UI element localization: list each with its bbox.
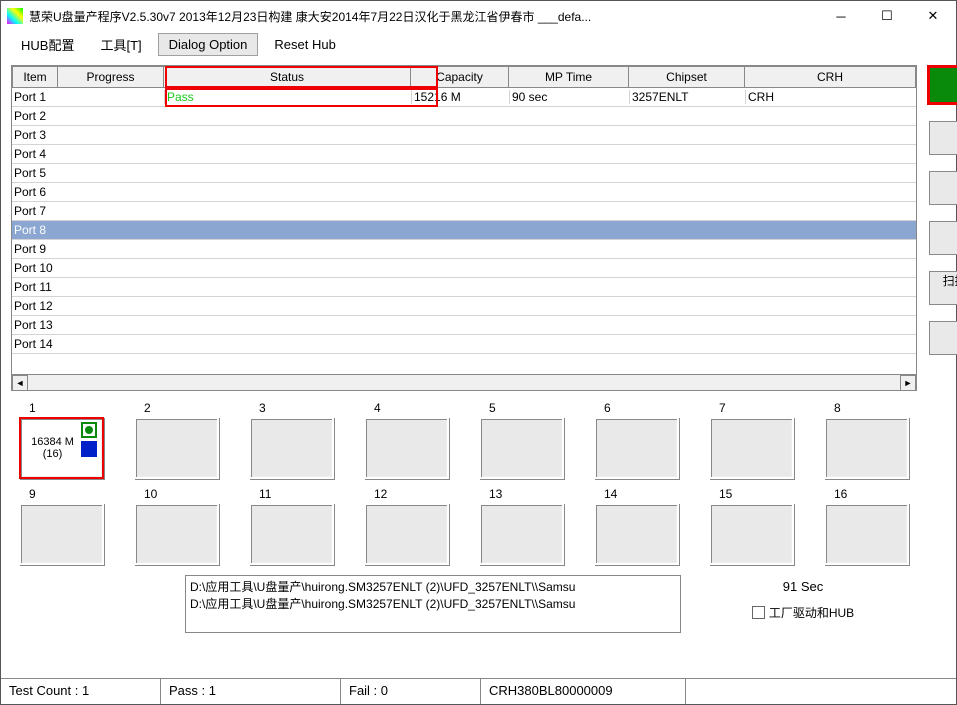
- ok-status-badge: OK: [927, 65, 957, 105]
- maximize-button[interactable]: ☐: [864, 1, 910, 31]
- slot-16[interactable]: 16: [824, 487, 909, 565]
- slot-label: 14: [594, 487, 679, 501]
- checkbox-label: 工厂驱动和HUB: [769, 604, 854, 621]
- timer-label: 91 Sec: [783, 579, 823, 594]
- table-row[interactable]: Port 4: [12, 145, 916, 164]
- col-mptime[interactable]: MP Time: [509, 66, 629, 88]
- port-grid: Item Progress Status Capacity MP Time Ch…: [11, 65, 917, 391]
- device-slots: 116384 M(16) 2 3 4 5 6 7 8 9 10 11 12 13 14 15 16: [11, 401, 917, 565]
- menu-dialog-option[interactable]: Dialog Option: [158, 33, 259, 56]
- exit-button[interactable]: 退出: [929, 171, 957, 205]
- menu-hub-config[interactable]: HUB配置: [11, 32, 84, 57]
- slot-11[interactable]: 11: [249, 487, 334, 565]
- slot-label: 9: [19, 487, 104, 501]
- grid-header: Item Progress Status Capacity MP Time Ch…: [12, 66, 916, 88]
- app-window: 慧荣U盘量产程序V2.5.30v7 2013年12月23日构建 康大安2014年…: [0, 0, 957, 705]
- slot-label: 13: [479, 487, 564, 501]
- slot-label: 5: [479, 401, 564, 415]
- col-chipset[interactable]: Chipset: [629, 66, 745, 88]
- slot-14[interactable]: 14: [594, 487, 679, 565]
- status-box-icon: [81, 441, 97, 457]
- left-column: Item Progress Status Capacity MP Time Ch…: [11, 65, 917, 674]
- status-bar: Test Count : 1 Pass : 1 Fail : 0 CRH380B…: [1, 678, 956, 704]
- col-item[interactable]: Item: [12, 66, 58, 88]
- slot-9[interactable]: 9: [19, 487, 104, 565]
- status-fail-count: Fail : 0: [341, 679, 481, 704]
- debug-button[interactable]: 调试: [929, 321, 957, 355]
- slot-label: 4: [364, 401, 449, 415]
- right-column: OK 开 始 (空格键) 退出 设置 扫描USB设备 (F5) 调试: [927, 65, 957, 674]
- slot-7[interactable]: 7: [709, 401, 794, 479]
- log-textbox[interactable]: D:\应用工具\U盘量产\huirong.SM3257ENLT (2)\UFD_…: [185, 575, 681, 633]
- slot-label: 2: [134, 401, 219, 415]
- table-row[interactable]: Port 3: [12, 126, 916, 145]
- close-button[interactable]: ✕: [910, 1, 956, 31]
- table-row[interactable]: Port 2: [12, 107, 916, 126]
- slot-label: 12: [364, 487, 449, 501]
- slot-label: 16: [824, 487, 909, 501]
- slot-label: 10: [134, 487, 219, 501]
- slot-label: 11: [249, 487, 334, 501]
- slot-4[interactable]: 4: [364, 401, 449, 479]
- settings-button[interactable]: 设置: [929, 221, 957, 255]
- col-status[interactable]: Status: [164, 66, 411, 88]
- slot-label: 6: [594, 401, 679, 415]
- horizontal-scrollbar[interactable]: ◄ ►: [12, 374, 916, 390]
- status-serial: CRH380BL80000009: [481, 679, 686, 704]
- scroll-right-icon[interactable]: ►: [900, 375, 916, 391]
- slot-13[interactable]: 13: [479, 487, 564, 565]
- work-area: Item Progress Status Capacity MP Time Ch…: [1, 57, 956, 678]
- status-pass-count: Pass : 1: [161, 679, 341, 704]
- window-title: 慧荣U盘量产程序V2.5.30v7 2013年12月23日构建 康大安2014年…: [29, 8, 818, 25]
- log-area: D:\应用工具\U盘量产\huirong.SM3257ENLT (2)\UFD_…: [11, 575, 917, 633]
- log-line: D:\应用工具\U盘量产\huirong.SM3257ENLT (2)\UFD_…: [190, 595, 676, 612]
- slot-label: 7: [709, 401, 794, 415]
- table-row[interactable]: Port 7: [12, 202, 916, 221]
- slot-label: 8: [824, 401, 909, 415]
- slot-label: 1: [19, 401, 104, 415]
- checkbox-icon[interactable]: [752, 606, 765, 619]
- slot-label: 15: [709, 487, 794, 501]
- factory-driver-checkbox-row[interactable]: 工厂驱动和HUB: [752, 604, 854, 621]
- status-ok-icon: [81, 422, 97, 438]
- slot-10[interactable]: 10: [134, 487, 219, 565]
- status-empty: [686, 679, 956, 704]
- slot-5[interactable]: 5: [479, 401, 564, 479]
- table-row[interactable]: Port 6: [12, 183, 916, 202]
- slot-label: 3: [249, 401, 334, 415]
- start-button[interactable]: 开 始 (空格键): [929, 121, 957, 155]
- table-row[interactable]: Port 9: [12, 240, 916, 259]
- status-test-count: Test Count : 1: [1, 679, 161, 704]
- table-row[interactable]: Port 8: [12, 221, 916, 240]
- menu-reset-hub[interactable]: Reset Hub: [264, 34, 345, 55]
- table-row[interactable]: Port 5: [12, 164, 916, 183]
- col-progress[interactable]: Progress: [58, 66, 164, 88]
- scroll-left-icon[interactable]: ◄: [12, 375, 28, 391]
- table-row[interactable]: Port 11: [12, 278, 916, 297]
- table-row[interactable]: Port 13: [12, 316, 916, 335]
- minimize-button[interactable]: ─: [818, 1, 864, 31]
- table-row[interactable]: Port 14: [12, 335, 916, 354]
- slot-2[interactable]: 2: [134, 401, 219, 479]
- titlebar: 慧荣U盘量产程序V2.5.30v7 2013年12月23日构建 康大安2014年…: [1, 1, 956, 31]
- slot-8[interactable]: 8: [824, 401, 909, 479]
- table-row[interactable]: Port 12: [12, 297, 916, 316]
- slot-3[interactable]: 3: [249, 401, 334, 479]
- log-line: D:\应用工具\U盘量产\huirong.SM3257ENLT (2)\UFD_…: [190, 578, 676, 595]
- col-capacity[interactable]: Capacity: [411, 66, 509, 88]
- menubar: HUB配置 工具[T] Dialog Option Reset Hub: [1, 31, 956, 57]
- slot-1[interactable]: 116384 M(16): [19, 401, 104, 479]
- menu-tools[interactable]: 工具[T]: [90, 32, 151, 57]
- slot-15[interactable]: 15: [709, 487, 794, 565]
- slot-6[interactable]: 6: [594, 401, 679, 479]
- scan-usb-button[interactable]: 扫描USB设备 (F5): [929, 271, 957, 305]
- col-crh[interactable]: CRH: [745, 66, 916, 88]
- table-row[interactable]: Port 10: [12, 259, 916, 278]
- slot-12[interactable]: 12: [364, 487, 449, 565]
- table-row[interactable]: Port 1Pass15216 M90 sec3257ENLTCRH: [12, 88, 916, 107]
- app-icon: [7, 8, 23, 24]
- grid-body[interactable]: Port 1Pass15216 M90 sec3257ENLTCRHPort 2…: [12, 88, 916, 374]
